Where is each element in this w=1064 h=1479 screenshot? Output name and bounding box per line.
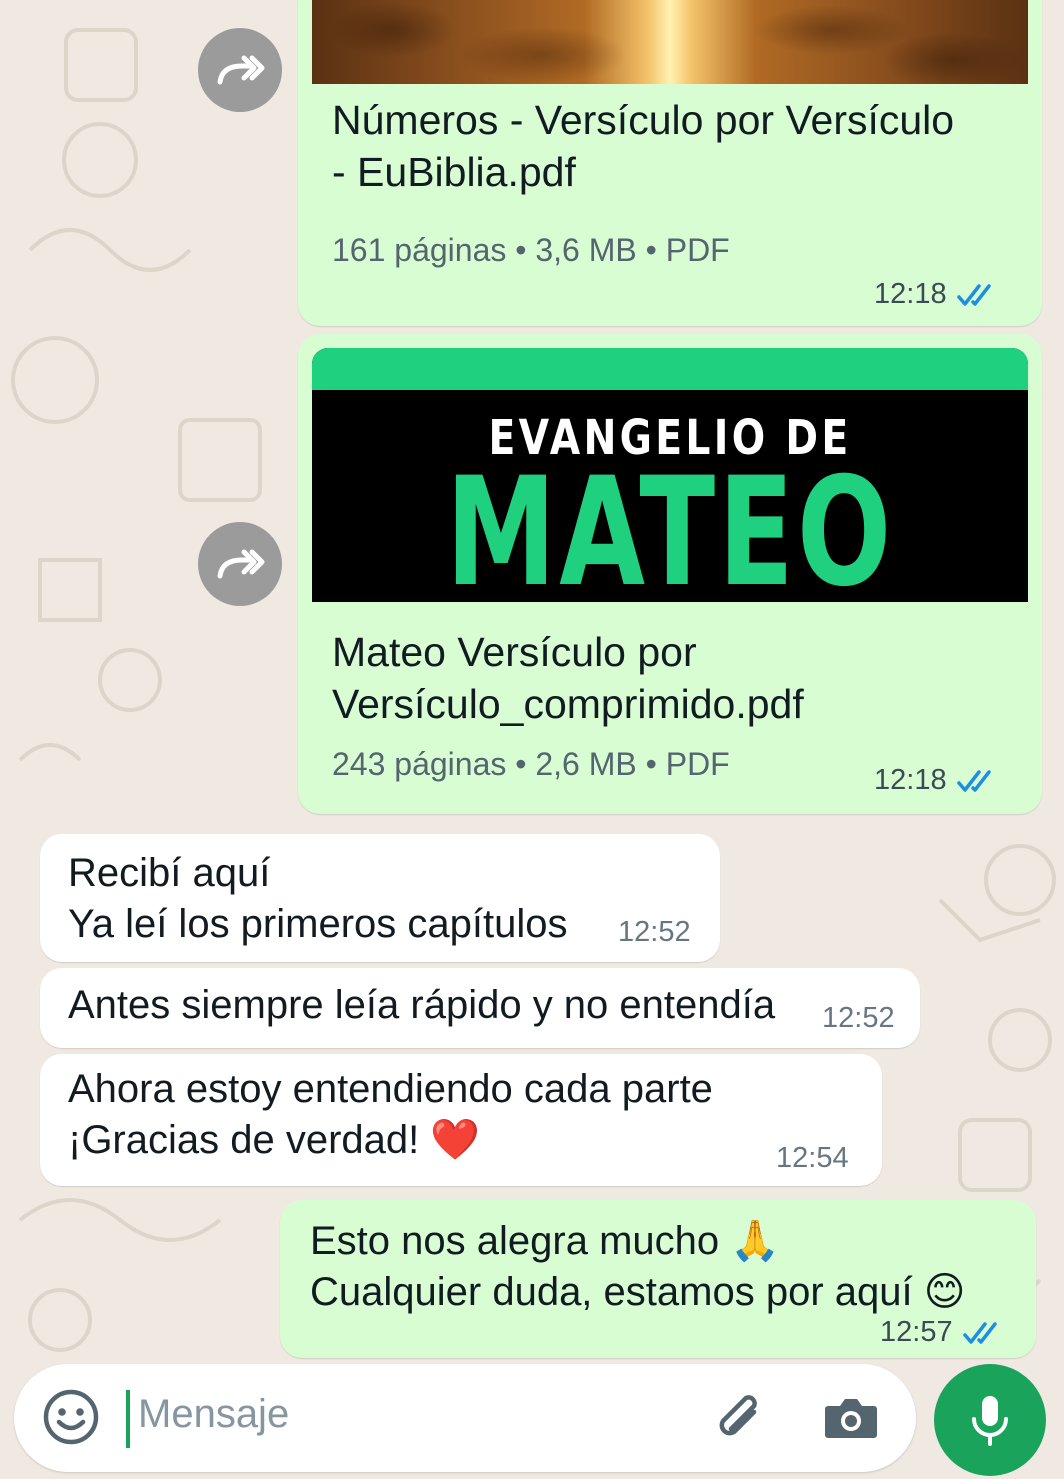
- camera-icon[interactable]: [820, 1388, 882, 1446]
- document-title: Números - Versículo por Versículo - EuBi…: [332, 94, 954, 198]
- message-composer: Mensaje: [14, 1364, 916, 1472]
- time-label: 12:18: [874, 278, 947, 310]
- read-ticks-icon: [956, 769, 991, 792]
- time-label: 12:54: [776, 1142, 849, 1174]
- forward-icon: [217, 55, 265, 85]
- document-meta: 161 páginas • 3,6 MB • PDF: [332, 232, 730, 268]
- message-time: 12:18: [874, 764, 999, 797]
- document-title-line: - EuBiblia.pdf: [332, 149, 576, 195]
- document-title-line: Números - Versículo por Versículo: [332, 97, 955, 143]
- message-text: Recibí aquí Ya leí los primeros capítulo…: [68, 851, 568, 946]
- document-message[interactable]: Números - Versículo por Versículo - EuBi…: [298, 0, 1042, 326]
- attach-icon[interactable]: [714, 1388, 770, 1446]
- document-meta: 243 páginas • 2,6 MB • PDF: [332, 746, 730, 782]
- mic-icon: [972, 1396, 1008, 1446]
- message-input[interactable]: Mensaje: [138, 1392, 289, 1437]
- time-label: 12:52: [618, 916, 691, 948]
- message-time: 12:54: [776, 1142, 849, 1175]
- read-ticks-icon: [962, 1321, 997, 1344]
- document-preview-image[interactable]: EVANGELIO DE MATEO: [312, 348, 1028, 602]
- time-label: 12:18: [874, 764, 947, 796]
- document-title: Mateo Versículo por Versículo_comprimido…: [332, 626, 804, 730]
- forward-button[interactable]: [198, 522, 282, 606]
- document-message[interactable]: EVANGELIO DE MATEO Mateo Versículo por V…: [298, 334, 1042, 814]
- cover-band: [312, 348, 1028, 390]
- voice-message-button[interactable]: [934, 1364, 1046, 1476]
- message-text: Esto nos alegra mucho 🙏 Cualquier duda, …: [310, 1219, 966, 1314]
- document-title-line: Versículo_comprimido.pdf: [332, 681, 804, 727]
- message-time: 12:57: [880, 1316, 1005, 1349]
- text-cursor: [126, 1390, 130, 1448]
- forward-icon: [217, 549, 265, 579]
- message-time: 12:52: [618, 916, 691, 949]
- time-label: 12:52: [822, 1002, 895, 1034]
- document-title-line: Mateo Versículo por: [332, 629, 697, 675]
- read-ticks-icon: [956, 283, 991, 306]
- outgoing-message[interactable]: Esto nos alegra mucho 🙏 Cualquier duda, …: [280, 1200, 1036, 1358]
- incoming-message[interactable]: Antes siempre leía rápido y no entendía …: [40, 968, 920, 1048]
- incoming-message[interactable]: Ahora estoy entendiendo cada parte ¡Grac…: [40, 1054, 882, 1186]
- time-label: 12:57: [880, 1316, 953, 1348]
- incoming-message[interactable]: Recibí aquí Ya leí los primeros capítulo…: [40, 834, 720, 962]
- message-time: 12:18: [874, 278, 999, 311]
- forward-button[interactable]: [198, 28, 282, 112]
- document-preview-image[interactable]: [312, 0, 1028, 84]
- message-time: 12:52: [822, 1002, 895, 1035]
- emoji-icon[interactable]: [42, 1388, 100, 1446]
- message-text: Ahora estoy entendiendo cada parte ¡Grac…: [68, 1067, 713, 1162]
- message-text: Antes siempre leía rápido y no entendía: [68, 983, 776, 1027]
- cover-title-large: MATEO: [445, 446, 895, 602]
